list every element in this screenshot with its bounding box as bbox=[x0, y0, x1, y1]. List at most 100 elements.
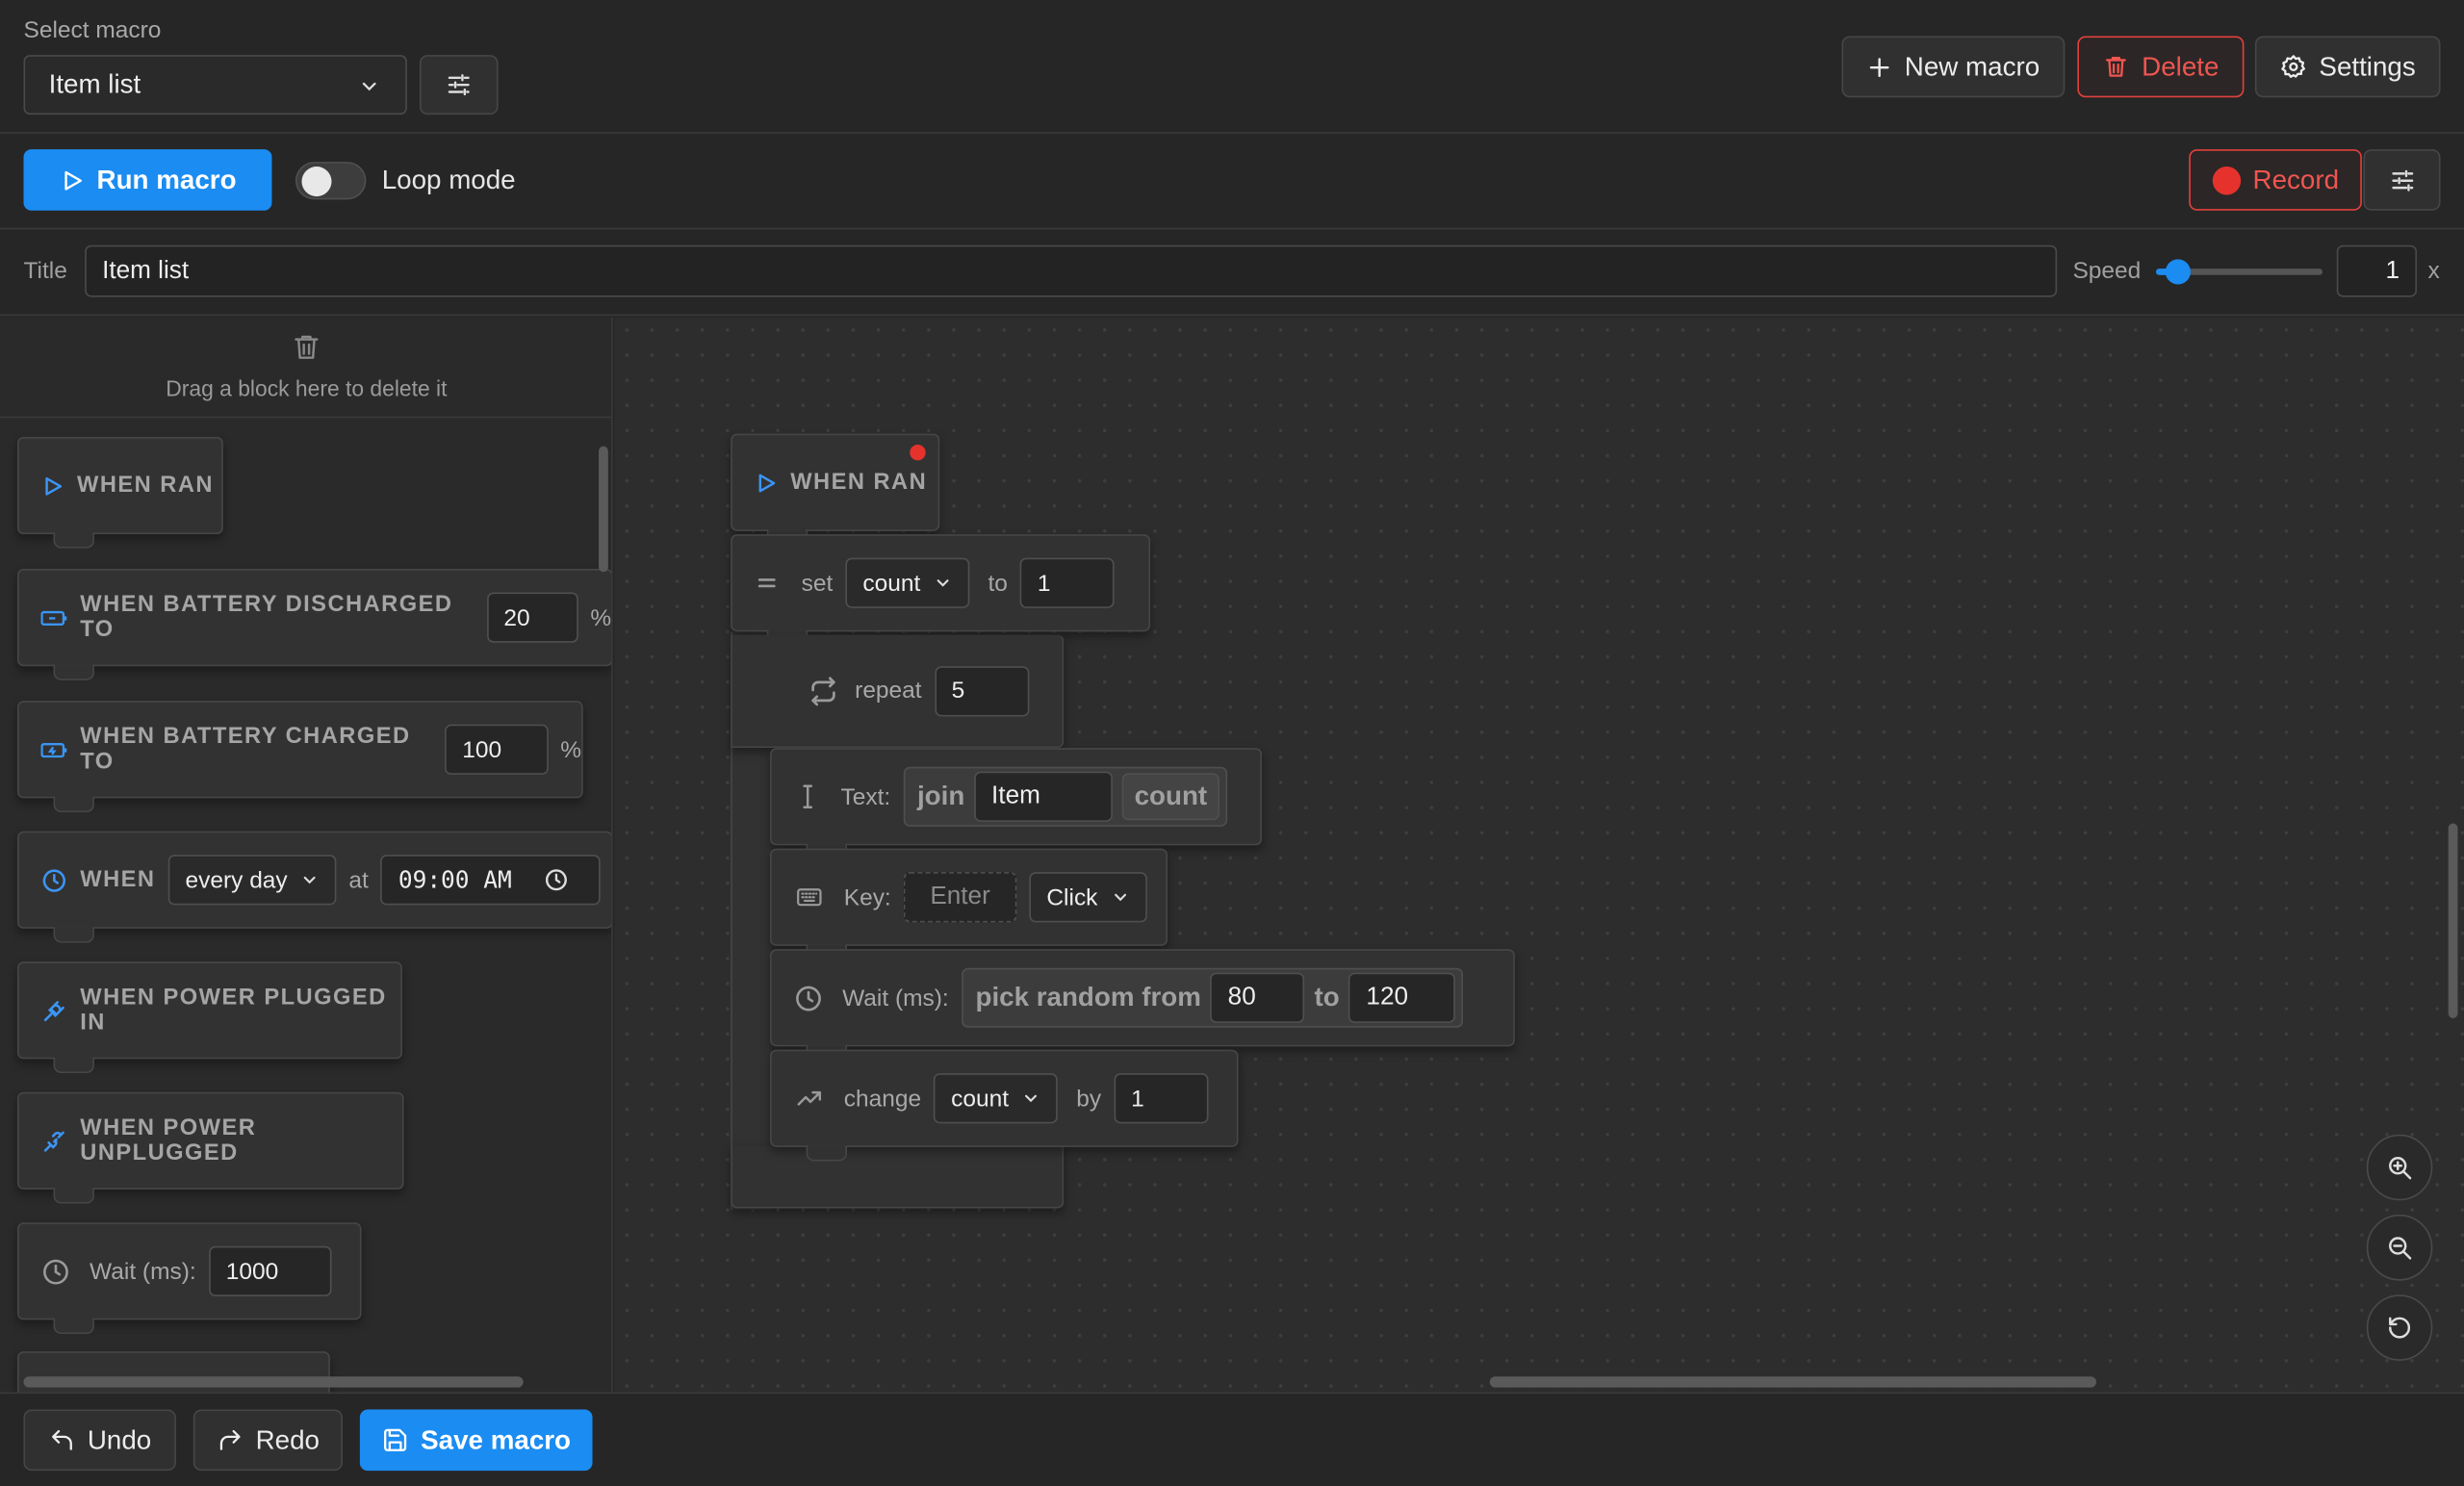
key-label: Key: bbox=[843, 884, 891, 911]
plug-icon bbox=[40, 997, 67, 1024]
toolbox-horizontal-scrollbar[interactable] bbox=[23, 1376, 524, 1388]
workspace-canvas[interactable]: WHEN RAN set count to 1 repeat 5 Text: j… bbox=[614, 317, 2464, 1393]
redo-icon bbox=[217, 1426, 244, 1453]
clock-icon bbox=[543, 867, 568, 892]
clock-icon bbox=[40, 1256, 70, 1286]
key-input[interactable]: Enter bbox=[903, 872, 1017, 923]
change-variable-block[interactable]: change count by 1 bbox=[769, 1049, 1239, 1162]
sliders-icon bbox=[445, 70, 473, 98]
wait-block[interactable]: Wait (ms): pick random from 80 to 120 bbox=[769, 949, 1515, 1062]
time-value: 09:00 AM bbox=[398, 865, 512, 894]
change-label: change bbox=[843, 1085, 922, 1113]
redo-label: Redo bbox=[255, 1423, 320, 1455]
join-block[interactable]: join Item count bbox=[903, 766, 1228, 827]
block-label: WHEN RAN bbox=[76, 473, 214, 499]
redo-button[interactable]: Redo bbox=[192, 1409, 343, 1472]
loop-mode-label: Loop mode bbox=[381, 165, 516, 195]
toolbox-power-unplugged-block[interactable]: WHEN POWER UNPLUGGED bbox=[16, 1091, 404, 1204]
undo-button[interactable]: Undo bbox=[23, 1409, 176, 1472]
undo-icon bbox=[48, 1426, 75, 1453]
zoom-in-button[interactable] bbox=[2366, 1134, 2433, 1201]
new-macro-button[interactable]: New macro bbox=[1841, 36, 2066, 98]
battery-discharged-input[interactable]: 20 bbox=[486, 592, 578, 643]
random-from-input[interactable]: 80 bbox=[1210, 972, 1305, 1023]
zoom-out-icon bbox=[2389, 1237, 2412, 1260]
set-variable-dropdown[interactable]: count bbox=[845, 557, 969, 608]
block-notch bbox=[53, 664, 94, 680]
toolbox-schedule-block[interactable]: WHEN every day at 09:00 AM bbox=[16, 831, 612, 943]
when-ran-block[interactable]: WHEN RAN bbox=[731, 433, 940, 546]
set-label: set bbox=[801, 569, 834, 597]
key-press-block[interactable]: Key: Enter Click bbox=[769, 848, 1168, 961]
repeat-count-input[interactable]: 5 bbox=[934, 665, 1029, 716]
chevron-down-icon bbox=[933, 574, 952, 593]
time-input[interactable]: 09:00 AM bbox=[380, 855, 602, 906]
trash-icon bbox=[2102, 54, 2129, 81]
save-macro-button[interactable]: Save macro bbox=[359, 1409, 593, 1472]
breakpoint-dot-icon[interactable] bbox=[910, 445, 926, 461]
change-value-input[interactable]: 1 bbox=[1114, 1073, 1209, 1124]
delete-button[interactable]: Delete bbox=[2077, 36, 2245, 98]
trash-icon bbox=[291, 330, 322, 365]
title-input[interactable]: Item list bbox=[85, 244, 2058, 297]
speed-input[interactable]: 1 bbox=[2336, 244, 2418, 297]
toolbox-battery-charged-block[interactable]: WHEN BATTERY CHARGED TO 100 % bbox=[16, 701, 583, 813]
trending-up-icon bbox=[793, 1085, 825, 1113]
run-macro-button[interactable]: Run macro bbox=[23, 149, 272, 211]
count-variable-block[interactable]: count bbox=[1121, 773, 1220, 821]
gear-icon bbox=[2280, 54, 2307, 81]
toolbox-power-plugged-block[interactable]: WHEN POWER PLUGGED IN bbox=[16, 961, 402, 1074]
speed-slider[interactable] bbox=[2155, 259, 2323, 285]
settings-button[interactable]: Settings bbox=[2254, 36, 2441, 98]
change-variable-dropdown[interactable]: count bbox=[934, 1073, 1058, 1124]
block-notch bbox=[53, 1057, 94, 1074]
set-value-input[interactable]: 1 bbox=[1019, 557, 1115, 608]
reset-zoom-button[interactable] bbox=[2366, 1294, 2433, 1361]
toolbox-vertical-scrollbar[interactable] bbox=[599, 446, 608, 573]
trash-dropzone[interactable]: Drag a block here to delete it bbox=[0, 318, 612, 419]
slider-thumb[interactable] bbox=[2165, 259, 2191, 285]
canvas-vertical-scrollbar[interactable] bbox=[2448, 823, 2458, 1018]
record-dot-icon bbox=[2212, 166, 2241, 194]
block-toolbox: Drag a block here to delete it WHEN RAN … bbox=[0, 317, 613, 1393]
random-number-block[interactable]: pick random from 80 to 120 bbox=[961, 967, 1464, 1028]
schedule-value: every day bbox=[185, 866, 288, 894]
variable-name: count bbox=[862, 569, 921, 597]
wait-label: Wait (ms): bbox=[90, 1257, 196, 1285]
toolbox-battery-discharged-block[interactable]: WHEN BATTERY DISCHARGED TO 20 % bbox=[16, 569, 612, 680]
save-icon bbox=[381, 1426, 408, 1453]
record-options-button[interactable] bbox=[2363, 149, 2441, 211]
canvas-horizontal-scrollbar[interactable] bbox=[1489, 1376, 2096, 1388]
repeat-block[interactable]: repeat 5 bbox=[731, 634, 1065, 749]
toolbox-wait-block[interactable]: Wait (ms): 1000 bbox=[16, 1222, 362, 1335]
wait-label: Wait (ms): bbox=[842, 984, 949, 1012]
toggle-knob bbox=[301, 167, 332, 197]
select-macro-label: Select macro bbox=[23, 16, 162, 44]
speed-label: Speed bbox=[2072, 257, 2142, 285]
block-label: WHEN POWER UNPLUGGED bbox=[80, 1115, 257, 1166]
block-notch bbox=[806, 1145, 847, 1162]
keyboard-icon bbox=[793, 884, 825, 911]
variable-name: count bbox=[951, 1085, 1010, 1113]
zoom-out-button[interactable] bbox=[2366, 1215, 2433, 1281]
macro-select[interactable]: Item list bbox=[23, 55, 407, 115]
join-text-input[interactable]: Item bbox=[974, 771, 1113, 822]
macro-options-button[interactable] bbox=[419, 55, 499, 115]
set-variable-block[interactable]: set count to 1 bbox=[731, 534, 1151, 647]
block-label: WHEN RAN bbox=[790, 470, 928, 496]
toolbox-when-ran-block[interactable]: WHEN RAN bbox=[16, 436, 223, 549]
key-action-dropdown[interactable]: Click bbox=[1029, 872, 1147, 923]
loop-mode-toggle[interactable] bbox=[295, 162, 367, 200]
reset-icon bbox=[2389, 1317, 2411, 1339]
random-to-input[interactable]: 120 bbox=[1348, 972, 1456, 1023]
wait-input[interactable]: 1000 bbox=[208, 1245, 332, 1296]
clock-icon bbox=[793, 983, 823, 1012]
equals-icon bbox=[755, 571, 780, 596]
chevron-down-icon bbox=[358, 75, 380, 97]
text-block[interactable]: Text: join Item count bbox=[769, 748, 1263, 860]
play-icon bbox=[59, 167, 84, 192]
schedule-dropdown[interactable]: every day bbox=[167, 855, 337, 906]
settings-label: Settings bbox=[2319, 51, 2416, 82]
record-button[interactable]: Record bbox=[2189, 149, 2362, 211]
battery-charged-input[interactable]: 100 bbox=[445, 724, 549, 775]
